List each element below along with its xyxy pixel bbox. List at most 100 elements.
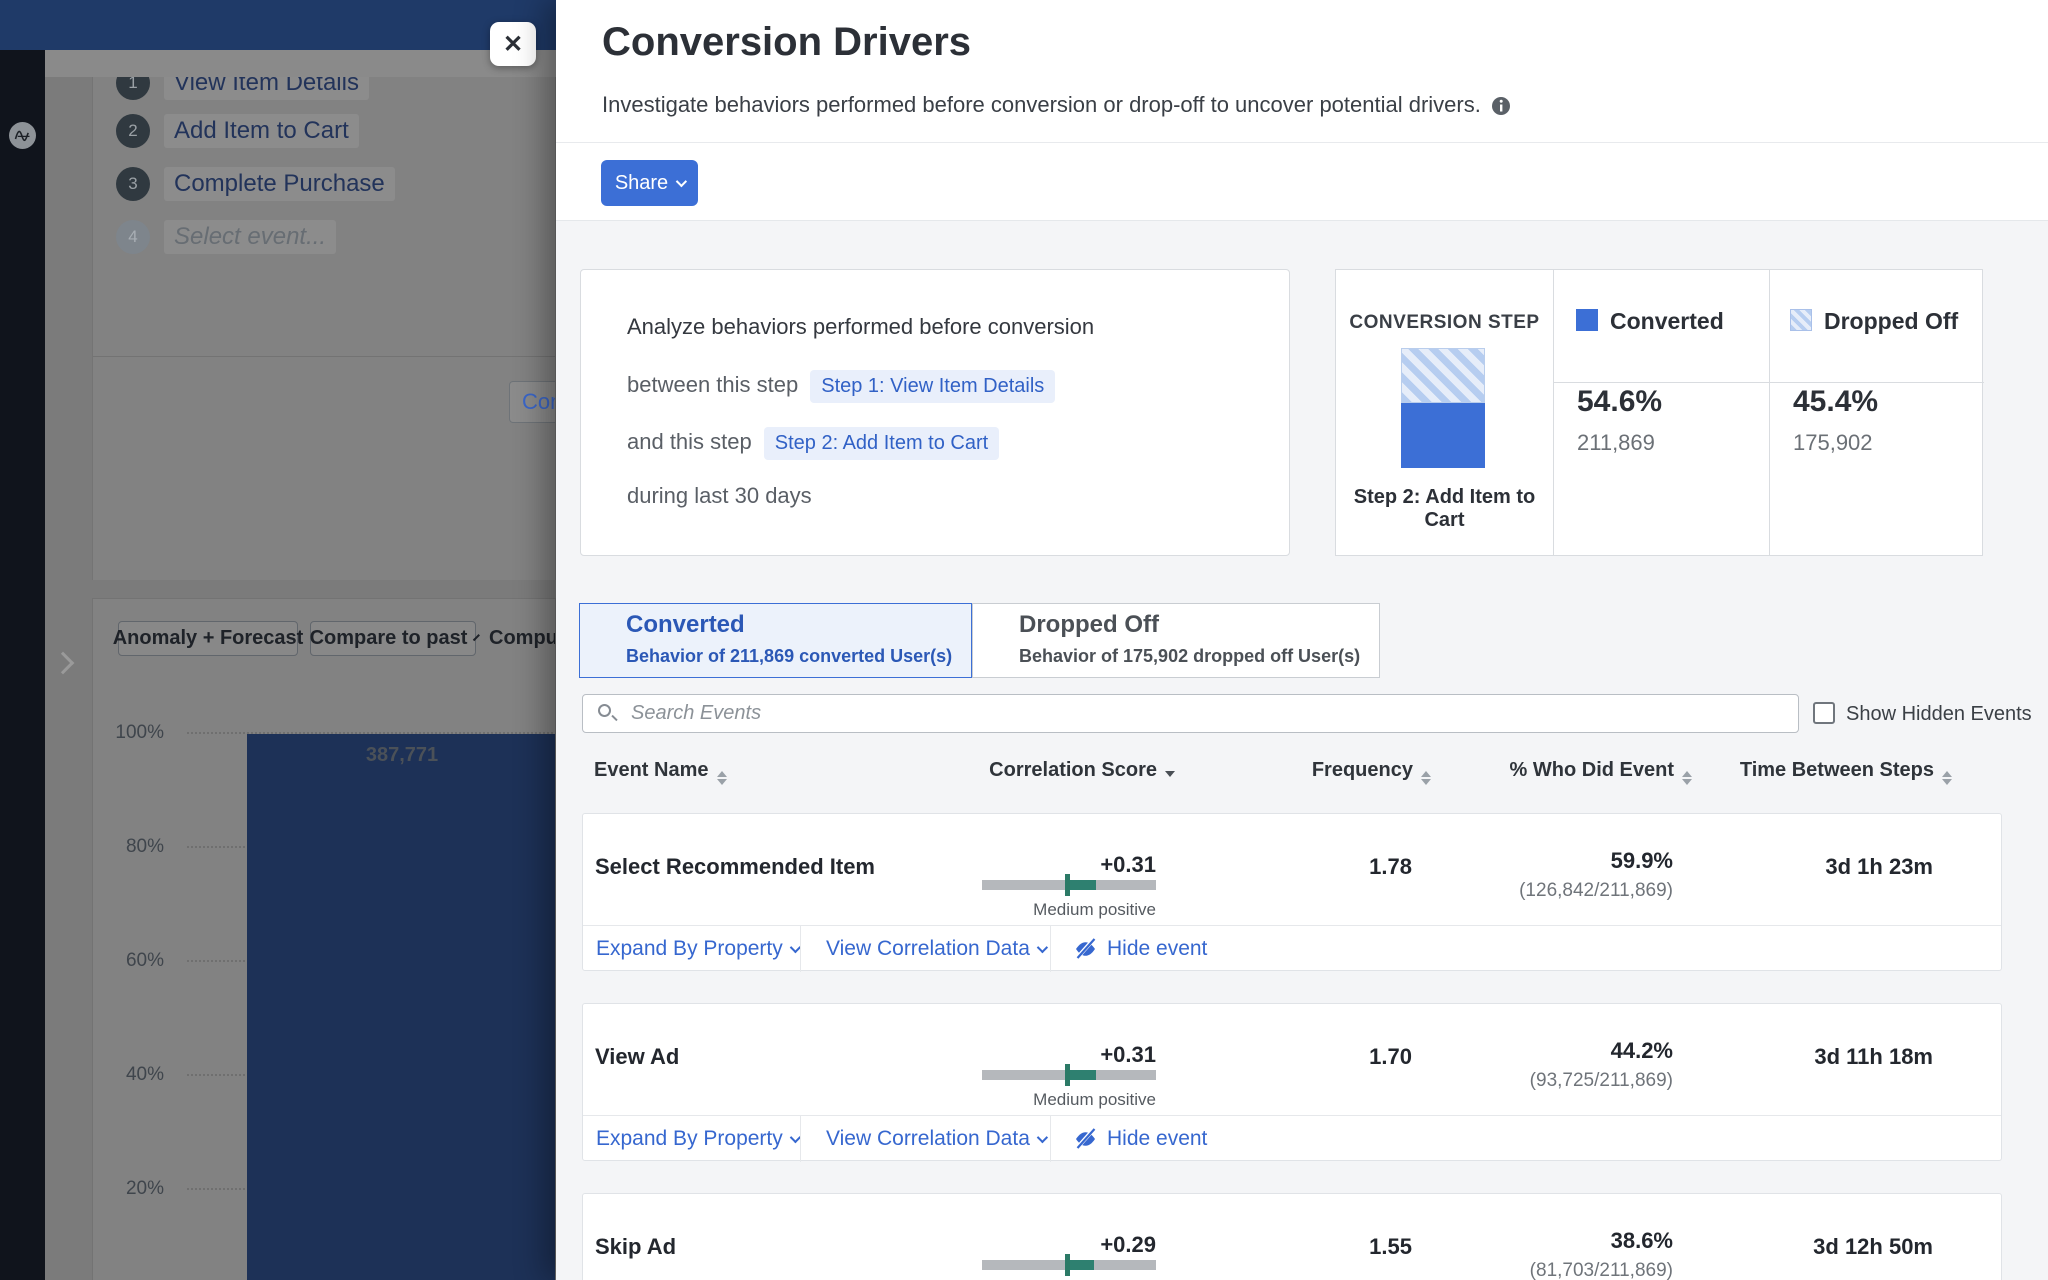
step-label[interactable]: View Item Details: [164, 77, 369, 100]
tab-dropped-off[interactable]: Dropped Off Behavior of 175,902 dropped …: [972, 603, 1380, 678]
close-panel-button[interactable]: ✕: [490, 22, 536, 66]
event-name: View Ad: [595, 1044, 679, 1070]
time-between-steps-value: 3d 1h 23m: [1713, 854, 1933, 880]
criteria-line4: during last 30 days: [627, 483, 812, 509]
frequency-value: 1.78: [1262, 854, 1412, 880]
divider: [1553, 270, 1554, 555]
correlation-bar-fill: [1068, 880, 1096, 890]
converted-swatch-icon: [1576, 309, 1598, 331]
step-label[interactable]: Complete Purchase: [164, 167, 395, 201]
divider: [1050, 926, 1051, 972]
criteria-line3: and this stepStep 2: Add Item to Cart: [627, 427, 999, 460]
converted-segment: [1401, 403, 1485, 468]
pct-who-did-event-detail: (126,842/211,869): [1393, 880, 1673, 902]
screen: 1 View Item Details 2 Add Item to Cart 3…: [0, 0, 2048, 1280]
correlation-strength-label: Medium positive: [956, 1090, 1156, 1110]
analysis-criteria-box: Analyze behaviors performed before conve…: [580, 269, 1290, 556]
select-event-placeholder[interactable]: Select event...: [164, 220, 336, 254]
dropped-off-swatch-icon: [1790, 309, 1812, 331]
pct-who-did-event-value: 59.9%: [1453, 848, 1673, 874]
funnel-chart-card: Anomaly + Forecast Compare to past Compu…: [92, 598, 556, 1280]
amplitude-logo-icon[interactable]: [9, 122, 36, 149]
compare-to-past-button[interactable]: Compare to past: [310, 621, 476, 656]
sort-icon[interactable]: [1942, 771, 1952, 785]
column-header-pct-who-did-event[interactable]: % Who Did Event: [1510, 759, 1692, 784]
divider: [800, 926, 801, 972]
page-title: Conversion Drivers: [602, 20, 971, 65]
converted-pct: 54.6%: [1577, 385, 1662, 419]
time-between-steps-value: 3d 12h 50m: [1713, 1234, 1933, 1260]
view-correlation-data-button[interactable]: View Correlation Data: [826, 926, 1045, 972]
divider: [1050, 1116, 1051, 1162]
column-header-time-between-steps[interactable]: Time Between Steps: [1740, 759, 1952, 784]
step1-chip[interactable]: Step 1: View Item Details: [810, 370, 1055, 403]
conversion-step-heading: CONVERSION STEP: [1336, 312, 1553, 334]
bar-value-label: 387,771: [247, 744, 556, 767]
page-subtitle: Investigate behaviors performed before c…: [602, 92, 1511, 118]
search-input[interactable]: [631, 695, 1781, 732]
event-row: Skip Ad +0.29 Weak positive 1.55 38.6% (…: [582, 1193, 2002, 1280]
step2-chip[interactable]: Step 2: Add Item to Cart: [764, 427, 999, 460]
chevron-down-icon: [1037, 1132, 1048, 1143]
eye-slash-icon: [1073, 938, 1098, 960]
compute-button-partial[interactable]: Compute: [489, 627, 556, 650]
step-label[interactable]: Add Item to Cart: [164, 114, 359, 148]
column-header-event-name[interactable]: Event Name: [594, 759, 727, 784]
pct-who-did-event-detail: (81,703/211,869): [1393, 1260, 1673, 1280]
converted-count: 211,869: [1577, 430, 1655, 456]
step-number-badge: 2: [116, 114, 150, 148]
criteria-line1: Analyze behaviors performed before conve…: [627, 314, 1094, 340]
row-actions-bar: Expand By Property View Correlation Data…: [583, 1115, 2001, 1161]
hide-event-button[interactable]: Hide event: [1073, 926, 1207, 972]
divider: [800, 1116, 801, 1162]
conversion-drivers-panel: Conversion Drivers Investigate behaviors…: [556, 0, 2048, 1280]
divider: [93, 356, 556, 357]
correlation-bar-fill: [1068, 1070, 1096, 1080]
view-correlation-data-button[interactable]: View Correlation Data: [826, 1116, 1045, 1162]
time-between-steps-value: 3d 11h 18m: [1713, 1044, 1933, 1070]
expand-by-property-button[interactable]: Expand By Property: [596, 926, 798, 972]
pct-who-did-event-detail: (93,725/211,869): [1393, 1070, 1673, 1092]
y-axis-label: 20%: [93, 1178, 164, 1200]
tab-converted[interactable]: Converted Behavior of 211,869 converted …: [579, 603, 972, 678]
anomaly-forecast-button[interactable]: Anomaly + Forecast: [118, 621, 298, 656]
show-hidden-events-label: Show Hidden Events: [1846, 703, 2032, 726]
share-button[interactable]: Share: [601, 160, 698, 206]
y-axis-label: 100%: [93, 722, 164, 744]
app-side-rail: [0, 50, 45, 1280]
chevron-down-icon: [473, 634, 480, 641]
column-header-correlation-score[interactable]: Correlation Score: [989, 759, 1175, 782]
pct-who-did-event-value: 44.2%: [1453, 1038, 1673, 1064]
show-hidden-events-checkbox[interactable]: [1813, 702, 1835, 724]
expand-panel-chevron-icon[interactable]: [52, 652, 75, 675]
converted-legend-label: Converted: [1610, 308, 1724, 335]
correlation-value: +0.29: [956, 1232, 1156, 1258]
sort-icon[interactable]: [717, 771, 727, 785]
conversion-step-box: CONVERSION STEP Step 2: Add Item to Cart…: [1335, 269, 1983, 556]
sort-icon[interactable]: [1682, 771, 1692, 785]
divider: [1553, 382, 1984, 383]
info-icon[interactable]: [1491, 96, 1511, 116]
correlation-bar-center-tick: [1065, 1254, 1070, 1276]
expand-by-property-button[interactable]: Expand By Property: [596, 1116, 798, 1162]
search-events-box: [582, 694, 1799, 733]
correlation-bar-center-tick: [1065, 874, 1070, 896]
chevron-down-icon: [1037, 942, 1048, 953]
sort-icon[interactable]: [1421, 771, 1431, 785]
funnel-bar[interactable]: 387,771: [247, 734, 556, 1280]
hide-event-button[interactable]: Hide event: [1073, 1116, 1207, 1162]
conversion-mini-bar: [1401, 348, 1485, 468]
y-axis-label: 40%: [93, 1064, 164, 1086]
close-icon: ✕: [503, 30, 523, 59]
correlation-score-cell: +0.29 Weak positive: [956, 1194, 1156, 1280]
column-header-frequency[interactable]: Frequency: [1312, 759, 1431, 784]
event-name: Skip Ad: [595, 1234, 676, 1260]
page-header-band: [45, 50, 556, 77]
sort-desc-icon[interactable]: [1165, 771, 1175, 777]
conversion-step-label: Step 2: Add Item to Cart: [1336, 486, 1553, 532]
conversion-button-partial[interactable]: Con: [509, 381, 556, 423]
eye-slash-icon: [1073, 1128, 1098, 1150]
dropped-off-count: 175,902: [1793, 430, 1873, 456]
search-icon: [598, 704, 611, 717]
correlation-bar-center-tick: [1065, 1064, 1070, 1086]
